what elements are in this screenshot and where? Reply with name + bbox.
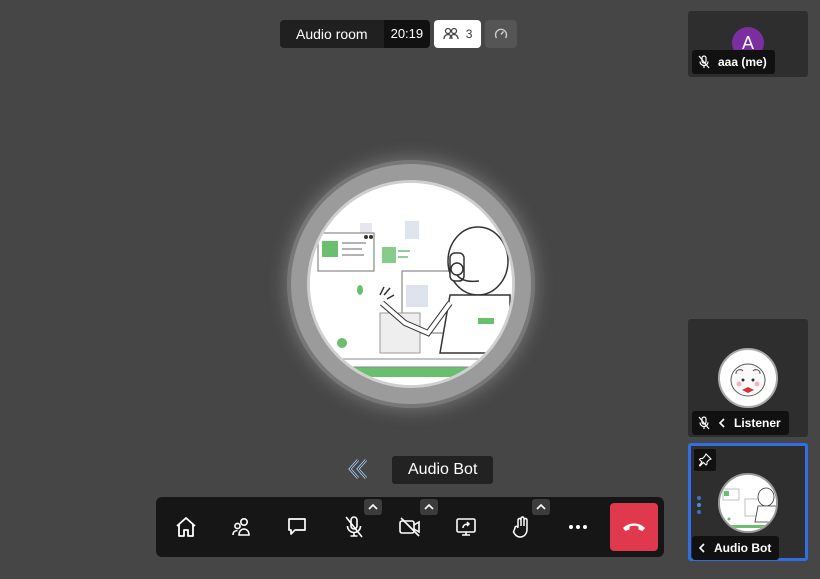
participant-name: Listener: [734, 416, 781, 430]
hangup-icon: [623, 523, 645, 531]
participants-icon: [232, 517, 250, 536]
more-options-button[interactable]: [558, 507, 598, 547]
reactions-options-button[interactable]: [532, 499, 550, 515]
call-toolbar: [156, 497, 664, 557]
participant-tile-self[interactable]: A aaa (me): [688, 11, 808, 77]
audio-level-indicator: [697, 496, 701, 518]
participant-label: aaa (me): [692, 50, 775, 74]
participants-icon: [443, 27, 459, 40]
participants-count-button[interactable]: 3: [434, 20, 482, 48]
chat-icon: [288, 518, 306, 535]
pin-button[interactable]: [694, 449, 716, 471]
participant-label: Audio Bot: [692, 536, 780, 560]
collapse-panel-button[interactable]: [345, 455, 371, 483]
chevron-up-icon: [368, 503, 378, 510]
connection-stats-button[interactable]: [485, 20, 518, 48]
camera-off-icon: [399, 517, 420, 537]
call-timer: 20:19: [383, 20, 431, 48]
raise-hand-icon: [512, 516, 528, 538]
speaker-avatar-ring: [291, 164, 531, 404]
participant-count: 3: [465, 27, 473, 41]
room-header: Audio room 20:19 3: [280, 20, 518, 48]
robot-illustration: [310, 183, 512, 385]
avatar: [718, 473, 778, 533]
participant-tile-listener[interactable]: Listener: [688, 319, 808, 437]
pin-icon: [698, 453, 712, 467]
share-screen-icon: [456, 518, 476, 536]
cartoon-avatar: [730, 363, 766, 397]
chevron-left-icon[interactable]: [698, 543, 706, 553]
speaker-name-label: Audio Bot: [392, 456, 494, 484]
more-icon: [569, 525, 587, 529]
robot-illustration: [720, 475, 776, 531]
chevron-up-icon: [424, 503, 434, 510]
chat-button[interactable]: [277, 507, 317, 547]
microphone-off-icon: [698, 416, 710, 430]
room-name: Audio room: [280, 20, 384, 48]
participant-name: Audio Bot: [714, 541, 772, 555]
home-button[interactable]: [166, 507, 206, 547]
microphone-options-button[interactable]: [364, 499, 382, 515]
participant-label: Listener: [692, 411, 789, 435]
share-screen-button[interactable]: [446, 507, 486, 547]
participant-name: aaa (me): [718, 55, 767, 69]
camera-options-button[interactable]: [420, 499, 438, 515]
avatar: [718, 348, 778, 408]
participants-button[interactable]: [222, 507, 262, 547]
participant-tile-audio-bot[interactable]: Audio Bot: [688, 443, 808, 561]
chevron-left-icon[interactable]: [718, 418, 726, 428]
speedometer-icon: [494, 28, 508, 39]
hangup-button[interactable]: [610, 503, 658, 551]
chevron-up-icon: [536, 503, 546, 510]
speaker-avatar: [307, 180, 515, 388]
home-icon: [176, 517, 196, 537]
microphone-off-icon: [698, 55, 710, 69]
double-chevron-left-icon: [348, 459, 367, 479]
microphone-off-icon: [345, 516, 363, 538]
